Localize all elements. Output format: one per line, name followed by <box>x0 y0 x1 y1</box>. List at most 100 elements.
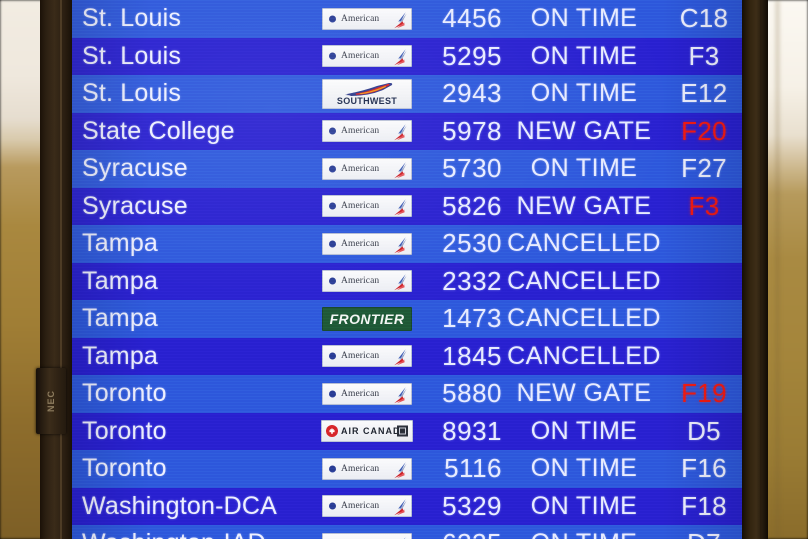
american-globe-icon <box>329 352 336 360</box>
american-globe-icon <box>329 277 336 285</box>
airline-logo-american: American <box>322 270 412 293</box>
airline-logo-american: American <box>322 345 412 368</box>
flight-airline-logo-cell: American <box>318 7 416 30</box>
airline-logo-american: American <box>322 157 412 180</box>
airline-name-label: American <box>341 388 380 399</box>
flight-row: State College American 5978 NEW GATE F20 <box>72 112 742 150</box>
flight-status: CANCELLED <box>507 304 661 333</box>
airline-logo-southwest: SOUTHWEST <box>322 78 412 109</box>
air-canada-badge-icon <box>397 425 408 437</box>
flight-status: ON TIME <box>530 491 638 520</box>
flight-row: St. Louis American 4456 ON TIME C18 <box>72 0 742 38</box>
flight-destination: Toronto <box>82 416 167 445</box>
flight-gate: F20 <box>681 115 727 146</box>
airline-name-label: American <box>341 463 380 474</box>
american-eagle-icon <box>394 386 407 403</box>
flight-destination: Tampa <box>82 229 159 258</box>
flight-row: Washington-IAD American 6335ON TIMED7 <box>72 525 742 539</box>
flight-airline-logo-cell: FRONTIER <box>318 306 416 331</box>
flight-airline-logo-cell: American <box>318 232 416 255</box>
flight-row: Tampa FRONTIER 1473 CANCELLED <box>72 300 742 338</box>
flight-status: ON TIME <box>530 4 638 33</box>
airline-name-label: American <box>341 501 380 512</box>
flight-destination: Syracuse <box>82 191 188 220</box>
airline-logo-american: American <box>322 532 412 539</box>
american-eagle-icon <box>394 11 407 28</box>
flight-row: Tampa American 1845 CANCELLED <box>72 337 742 375</box>
flight-status: CANCELLED <box>507 229 661 258</box>
airline-name-label: American <box>341 276 380 287</box>
monitor-bezel-right <box>742 0 768 539</box>
flight-gate: F16 <box>681 453 727 484</box>
flight-number: 5880 <box>442 378 502 409</box>
airline-logo-american: American <box>322 232 412 255</box>
flight-row: Toronto American 5116 ON TIME F16 <box>72 450 742 488</box>
american-globe-icon <box>329 390 336 398</box>
flight-gate: F3 <box>688 190 720 221</box>
flight-row: St. Louis American 5295 ON TIME F3 <box>72 37 742 75</box>
flight-number: 4456 <box>442 3 502 34</box>
flight-gate: F27 <box>681 153 727 184</box>
flight-airline-logo-cell: American <box>318 345 416 368</box>
airline-name-label: American <box>341 351 380 362</box>
american-eagle-icon <box>394 199 407 216</box>
flight-airline-logo-cell: American <box>318 382 416 405</box>
flight-status: ON TIME <box>530 41 638 70</box>
american-globe-icon <box>329 15 336 23</box>
flight-row: Syracuse American 5730 ON TIME F27 <box>72 150 742 188</box>
flight-number: 1845 <box>442 340 502 371</box>
flight-destination: Toronto <box>82 454 167 483</box>
american-eagle-icon <box>394 124 407 141</box>
flight-row: Tampa American 2530 CANCELLED <box>72 225 742 263</box>
american-globe-icon <box>329 165 336 173</box>
flight-gate: C18 <box>679 3 729 34</box>
flight-number: 5295 <box>442 40 502 71</box>
flight-row: Toronto American 5880 NEW GATE F19 <box>72 375 742 413</box>
flight-airline-logo-cell: American <box>318 195 416 218</box>
flight-destination: St. Louis <box>82 79 182 108</box>
flight-number: 5730 <box>442 153 502 184</box>
american-eagle-icon <box>394 461 407 478</box>
flight-number: 8931 <box>442 415 502 446</box>
flight-destination: State College <box>82 116 235 145</box>
flight-gate: D7 <box>666 528 742 539</box>
flight-airline-logo-cell: American <box>318 157 416 180</box>
flight-status: NEW GATE <box>516 379 652 408</box>
flight-status: ON TIME <box>530 416 638 445</box>
flight-gate: F18 <box>681 490 727 521</box>
flight-rows-container: St. Louis American 4456 ON TIME C18 St. Louis… <box>72 0 742 539</box>
flight-row: Toronto AIR CANADA 8931 ON TIME D5 <box>72 412 742 450</box>
american-globe-icon <box>329 240 336 248</box>
flight-destination: Syracuse <box>82 154 188 183</box>
american-eagle-icon <box>394 274 407 291</box>
flight-status: CANCELLED <box>507 341 661 370</box>
airline-logo-frontier: FRONTIER <box>322 306 412 331</box>
flight-number: 1473 <box>442 303 502 334</box>
airline-logo-american: American <box>322 382 412 405</box>
monitor-bezel-left <box>40 0 74 539</box>
american-eagle-icon <box>394 236 407 253</box>
airline-name-label: American <box>341 163 380 174</box>
american-eagle-icon <box>394 49 407 66</box>
flight-status: ON TIME <box>530 454 638 483</box>
airline-name-label: American <box>341 13 380 24</box>
flight-number: 2332 <box>442 265 502 296</box>
flight-airline-logo-cell: American <box>318 270 416 293</box>
flight-row: Washington-DCA American 5329 ON TIME F18 <box>72 487 742 525</box>
airline-logo-american: American <box>322 45 412 68</box>
monitor-brand-label: NEC <box>46 389 56 413</box>
flight-airline-logo-cell: SOUTHWEST <box>318 78 416 109</box>
american-eagle-icon <box>394 499 407 516</box>
flight-gate: F3 <box>688 40 720 71</box>
flight-row: St. Louis SOUTHWEST 2943 ON TIME E12 <box>72 75 742 113</box>
airline-logo-air-canada: AIR CANADA <box>321 420 413 443</box>
airline-logo-american: American <box>322 120 412 143</box>
flight-number: 5116 <box>444 453 502 484</box>
flight-airline-logo-cell: AIR CANADA <box>318 420 416 443</box>
flight-airline-logo-cell: American <box>318 495 416 518</box>
monitor-brand-nameplate: NEC <box>36 368 66 434</box>
flight-destination: Tampa <box>82 266 159 295</box>
flight-destination: St. Louis <box>82 41 182 70</box>
flight-information-display: St. Louis American 4456 ON TIME C18 St. Louis… <box>72 0 742 539</box>
airline-name-label: SOUTHWEST <box>336 95 398 106</box>
